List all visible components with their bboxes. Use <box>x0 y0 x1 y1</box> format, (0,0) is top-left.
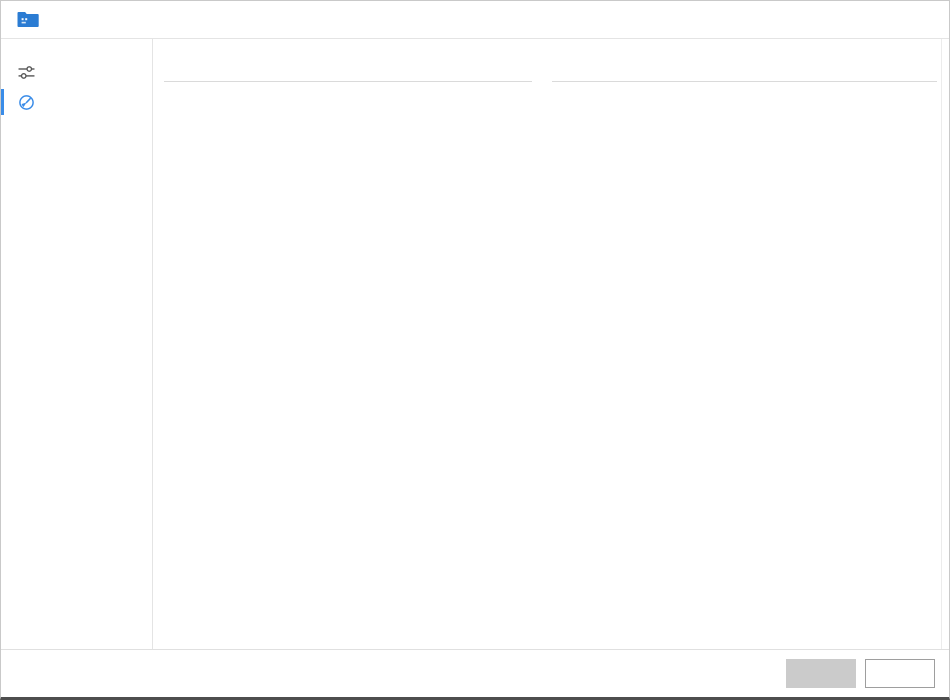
sidebar-item-properties[interactable] <box>1 57 152 87</box>
scrollbar-track[interactable] <box>941 39 942 649</box>
divider <box>552 81 937 82</box>
activity-panel <box>153 39 949 649</box>
days-of-week-chart <box>164 59 544 254</box>
rally-analytics-dialog <box>0 0 950 700</box>
chart-title <box>164 61 544 79</box>
x-axis-labels <box>552 212 937 254</box>
sliders-icon <box>18 64 35 81</box>
close-icon[interactable] <box>903 1 949 38</box>
chart-title <box>552 61 937 79</box>
gauge-icon <box>18 94 35 111</box>
active-indicator <box>1 89 4 115</box>
titlebar <box>1 1 949 39</box>
folder-icon <box>17 11 39 28</box>
footer <box>1 649 949 697</box>
divider <box>164 81 532 82</box>
x-axis-labels <box>164 212 544 254</box>
y-axis-label-left <box>552 98 568 206</box>
y-axis-label-left <box>164 98 180 206</box>
y-axis-ticks <box>568 98 622 206</box>
sidebar-item-activity[interactable] <box>1 87 152 117</box>
cancel-button[interactable] <box>865 659 935 688</box>
y-axis-ticks <box>180 98 234 206</box>
y-axis-label-right <box>622 98 644 206</box>
charts-row <box>164 59 949 254</box>
ok-button[interactable] <box>786 659 856 688</box>
y-axis-label-right <box>234 98 256 206</box>
dialog-body <box>1 39 949 649</box>
last-30-days-chart <box>552 59 937 254</box>
sidebar <box>1 39 153 649</box>
